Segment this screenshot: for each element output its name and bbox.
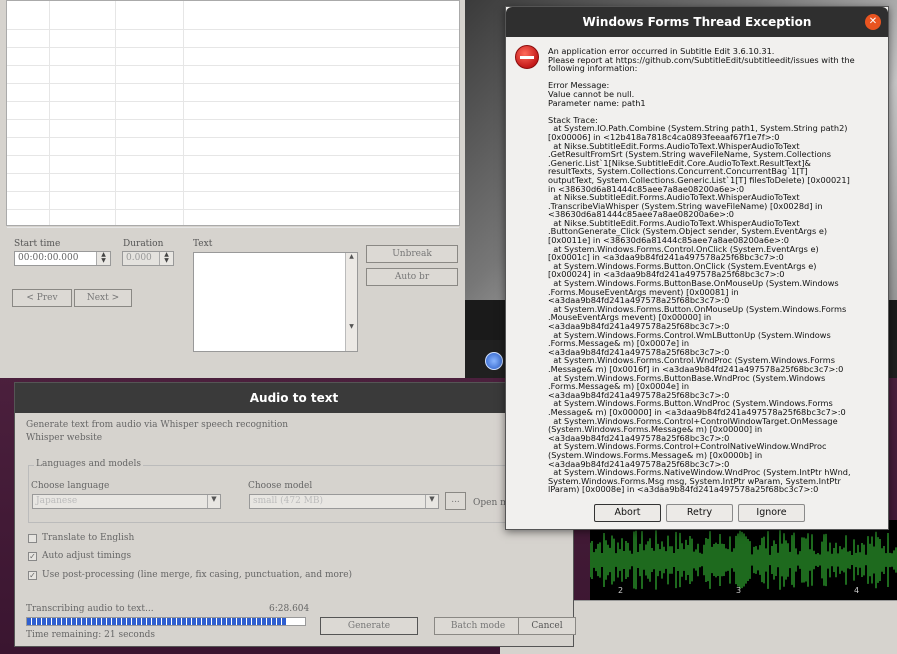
audio-to-text-description: Generate text from audio via Whisper spe… [26,420,289,430]
auto-adjust-label: Auto adjust timings [42,551,132,561]
browse-models-button[interactable]: ... [445,492,466,510]
grid-column-divider [183,1,184,225]
grid-row[interactable] [7,210,459,228]
batch-mode-button[interactable]: Batch mode [434,617,522,635]
grid-row[interactable] [7,84,459,102]
translate-checkbox[interactable] [28,534,37,543]
time-remaining-label: Time remaining: 21 seconds [26,630,156,640]
choose-model-label: Choose model [248,481,313,491]
start-time-label: Start time [14,239,61,249]
translate-label: Translate to English [42,533,135,543]
open-models-link[interactable]: Open m [473,498,509,508]
transcription-progress-bar [26,617,306,626]
languages-models-group-label: Languages and models [34,459,143,469]
language-select-value: Japanese [36,496,78,506]
choose-language-label: Choose language [31,481,110,491]
waveform-tick-label: 3 [736,586,742,595]
spin-arrows-icon[interactable]: ▲ ▼ [159,252,173,265]
grid-row[interactable] [7,48,459,66]
exception-message: An application error occurred in Subtitl… [548,46,855,495]
spin-arrows-icon[interactable]: ▲ ▼ [96,252,110,265]
close-icon[interactable]: ✕ [865,14,881,30]
error-icon [515,45,539,69]
whisper-website-link[interactable]: Whisper website [26,433,102,443]
grid-row[interactable] [7,66,459,84]
exception-dialog-title: Windows Forms Thread Exception [506,7,888,37]
language-select[interactable]: Japanese ▼ [32,494,221,509]
cancel-button[interactable]: Cancel [518,617,576,635]
grid-row[interactable] [7,12,459,30]
grid-column-divider [115,1,116,225]
grid-row[interactable] [7,120,459,138]
next-button[interactable]: Next > [74,289,132,307]
ignore-button[interactable]: Ignore [738,504,805,522]
grid-row[interactable] [7,192,459,210]
progress-time: 6:28.604 [269,604,310,614]
progress-label: Transcribing audio to text... [26,604,154,614]
waveform-tick-label: 2 [618,586,624,595]
grid-column-divider [49,1,50,225]
subtitle-text-area[interactable]: ▲ ▼ [193,252,358,352]
thread-exception-dialog: Windows Forms Thread Exception ✕ An appl… [505,6,889,530]
chevron-down-icon: ▼ [425,495,438,508]
grid-row[interactable] [7,138,459,156]
grid-row[interactable] [7,30,459,48]
abort-button[interactable]: Abort [594,504,661,522]
text-label: Text [193,239,213,249]
text-scrollbar[interactable]: ▲ ▼ [345,253,357,351]
post-processing-checkbox[interactable]: ✓ [28,571,37,580]
waveform-tick-label: 4 [854,586,860,595]
start-time-input[interactable]: 00:00:00.000 ▲ ▼ [14,251,111,266]
start-time-value: 00:00:00.000 [18,253,79,263]
unbreak-button[interactable]: Unbreak [366,245,458,263]
waveform-ticks: 2 3 4 [590,585,897,600]
retry-button[interactable]: Retry [666,504,733,522]
subtitle-grid[interactable] [6,0,460,228]
grid-row[interactable] [7,156,459,174]
subtitle-edit-main-window: Start time 00:00:00.000 ▲ ▼ Duration 0.00… [0,0,465,378]
duration-value: 0.000 [126,253,152,263]
grid-row[interactable] [7,102,459,120]
grid-row[interactable] [7,174,459,192]
model-select[interactable]: small (472 MB) ▼ [249,494,439,509]
post-processing-label: Use post-processing (line merge, fix cas… [42,570,353,580]
model-select-value: small (472 MB) [253,496,324,506]
prev-button[interactable]: < Prev [12,289,72,307]
chevron-down-icon: ▼ [207,495,220,508]
audio-to-text-title: Audio to text [15,383,573,413]
duration-input[interactable]: 0.000 ▲ ▼ [122,251,174,266]
auto-adjust-checkbox[interactable]: ✓ [28,552,37,561]
audio-to-text-dialog: Audio to text Generate text from audio v… [14,382,576,647]
auto-br-button[interactable]: Auto br [366,268,458,286]
progress-fill [27,618,286,625]
generate-button[interactable]: Generate [320,617,418,635]
play-icon[interactable] [485,352,503,370]
duration-label: Duration [123,239,164,249]
